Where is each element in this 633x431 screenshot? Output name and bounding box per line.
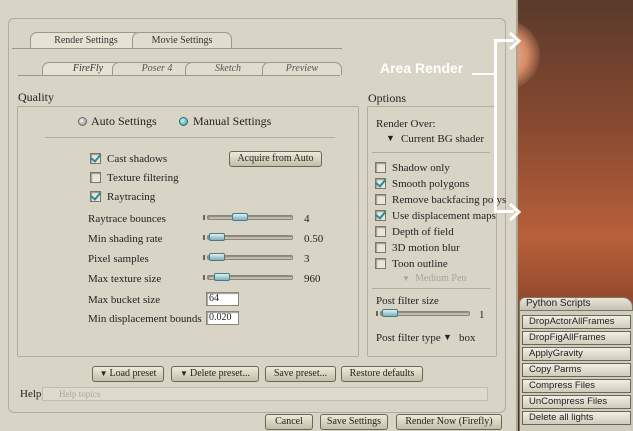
raytrace-bounces-slider[interactable]: [207, 213, 293, 221]
depth-of-field-label: Depth of field: [392, 226, 454, 238]
slider-tick: [203, 235, 205, 240]
slider-tick: [203, 275, 205, 280]
chevron-down-icon: ▼: [180, 369, 188, 378]
chevron-down-icon: ▼: [99, 369, 108, 378]
restore-defaults-button[interactable]: Restore defaults: [341, 366, 423, 382]
shadow-only-checkbox[interactable]: [375, 162, 386, 173]
script-button[interactable]: Copy Parms: [522, 363, 631, 377]
save-preset-button[interactable]: Save preset...: [265, 366, 336, 382]
script-button[interactable]: DropActorAllFrames: [522, 315, 631, 329]
raytrace-bounces-label: Raytrace bounces: [88, 213, 166, 225]
annotation-bracket: [494, 40, 497, 212]
slider-tick: [203, 255, 205, 260]
slider-knob[interactable]: [382, 309, 398, 317]
manual-settings-label: Manual Settings: [193, 114, 272, 128]
post-filter-type-label: Post filter type: [376, 332, 441, 344]
subtab-baseline: [18, 75, 340, 76]
min-displacement-bounds-label: Min displacement bounds: [88, 313, 202, 325]
slider-knob[interactable]: [232, 213, 248, 221]
chevron-down-icon[interactable]: ▼: [386, 133, 395, 143]
texture-filtering-label: Texture filtering: [107, 172, 179, 184]
arrow-right-icon: [509, 202, 522, 222]
script-button[interactable]: Compress Files: [522, 379, 631, 393]
min-shading-rate-label: Min shading rate: [88, 233, 163, 245]
remove-backfacing-checkbox[interactable]: [375, 194, 386, 205]
shadow-only-label: Shadow only: [392, 162, 450, 174]
slider-tick: [376, 311, 378, 316]
script-button[interactable]: ApplyGravity: [522, 347, 631, 361]
pen-chevron-icon: ▼: [402, 274, 410, 283]
quality-title: Quality: [18, 90, 54, 104]
slider-knob[interactable]: [214, 273, 230, 281]
options-divider-2: [372, 288, 490, 289]
arrow-right-icon: [509, 31, 522, 51]
load-preset-button[interactable]: ▼ Load preset: [92, 366, 164, 382]
script-button[interactable]: UnCompress Files: [522, 395, 631, 409]
texture-filtering-checkbox[interactable]: [90, 172, 101, 183]
raytrace-bounces-value: 4: [304, 213, 310, 225]
help-label: Help:: [20, 388, 45, 400]
render-over-select[interactable]: Current BG shader: [401, 133, 484, 145]
auto-settings-label: Auto Settings: [91, 114, 157, 128]
cast-shadows-checkbox[interactable]: [90, 153, 101, 164]
python-scripts-tab[interactable]: Python Scripts: [519, 297, 633, 311]
use-displacement-label: Use displacement maps: [392, 210, 496, 222]
slider-knob[interactable]: [209, 253, 225, 261]
pixel-samples-slider[interactable]: [207, 253, 293, 261]
remove-backfacing-label: Remove backfacing polys: [392, 194, 507, 206]
manual-settings-radio[interactable]: [179, 117, 188, 126]
cancel-button[interactable]: Cancel: [265, 414, 313, 430]
delete-preset-label: Delete preset...: [189, 368, 250, 379]
max-texture-size-value: 960: [304, 273, 321, 285]
tab-baseline: [12, 48, 342, 49]
delete-preset-button[interactable]: ▼ Delete preset...: [171, 366, 259, 382]
save-settings-button[interactable]: Save Settings: [320, 414, 388, 430]
max-texture-size-label: Max texture size: [88, 273, 162, 285]
smooth-polygons-label: Smooth polygons: [392, 178, 470, 190]
subtab-sketch[interactable]: Sketch: [185, 62, 271, 75]
slider-tick: [203, 215, 205, 220]
acquire-from-auto-button[interactable]: Acquire from Auto: [229, 151, 322, 167]
toon-outline-checkbox[interactable]: [375, 258, 386, 269]
chevron-down-icon[interactable]: ▼: [443, 332, 452, 342]
script-button[interactable]: Delete all lights: [522, 411, 631, 425]
depth-of-field-checkbox[interactable]: [375, 226, 386, 237]
auto-settings-radio[interactable]: [78, 117, 87, 126]
use-displacement-checkbox[interactable]: [375, 210, 386, 221]
pixel-samples-value: 3: [304, 253, 310, 265]
options-divider: [372, 152, 490, 153]
render-over-label: Render Over:: [376, 118, 436, 130]
render-now-button[interactable]: Render Now (Firefly): [396, 414, 502, 430]
smooth-polygons-checkbox[interactable]: [375, 178, 386, 189]
area-render-annotation: Area Render: [380, 60, 464, 76]
load-preset-label: Load preset: [109, 368, 157, 379]
toon-outline-label: Toon outline: [392, 258, 448, 270]
motion-blur-label: 3D motion blur: [392, 242, 460, 254]
help-topics-field: Help topics: [42, 387, 488, 401]
cast-shadows-label: Cast shadows: [107, 153, 168, 165]
tab-movie-settings[interactable]: Movie Settings: [132, 32, 232, 48]
slider-knob[interactable]: [209, 233, 225, 241]
quality-divider: [45, 137, 335, 138]
post-filter-type-select[interactable]: box: [459, 332, 476, 344]
max-bucket-size-label: Max bucket size: [88, 294, 161, 306]
post-filter-size-label: Post filter size: [376, 295, 439, 307]
toon-pen-select: Medium Pen: [415, 273, 467, 284]
tab-render-settings[interactable]: Render Settings: [30, 32, 142, 48]
max-bucket-size-input[interactable]: 64: [206, 292, 239, 306]
script-button[interactable]: DropFigAllFrames: [522, 331, 631, 345]
raytracing-label: Raytracing: [107, 191, 156, 203]
max-texture-size-slider[interactable]: [207, 273, 293, 281]
post-filter-size-slider[interactable]: [380, 309, 470, 317]
min-shading-rate-value: 0.50: [304, 233, 324, 245]
raytracing-checkbox[interactable]: [90, 191, 101, 202]
post-filter-size-value: 1: [479, 309, 485, 321]
motion-blur-checkbox[interactable]: [375, 242, 386, 253]
min-shading-rate-slider[interactable]: [207, 233, 293, 241]
min-displacement-bounds-input[interactable]: 0.020: [206, 311, 239, 325]
options-title: Options: [368, 91, 407, 105]
pixel-samples-label: Pixel samples: [88, 253, 149, 265]
subtab-preview[interactable]: Preview: [262, 62, 342, 75]
